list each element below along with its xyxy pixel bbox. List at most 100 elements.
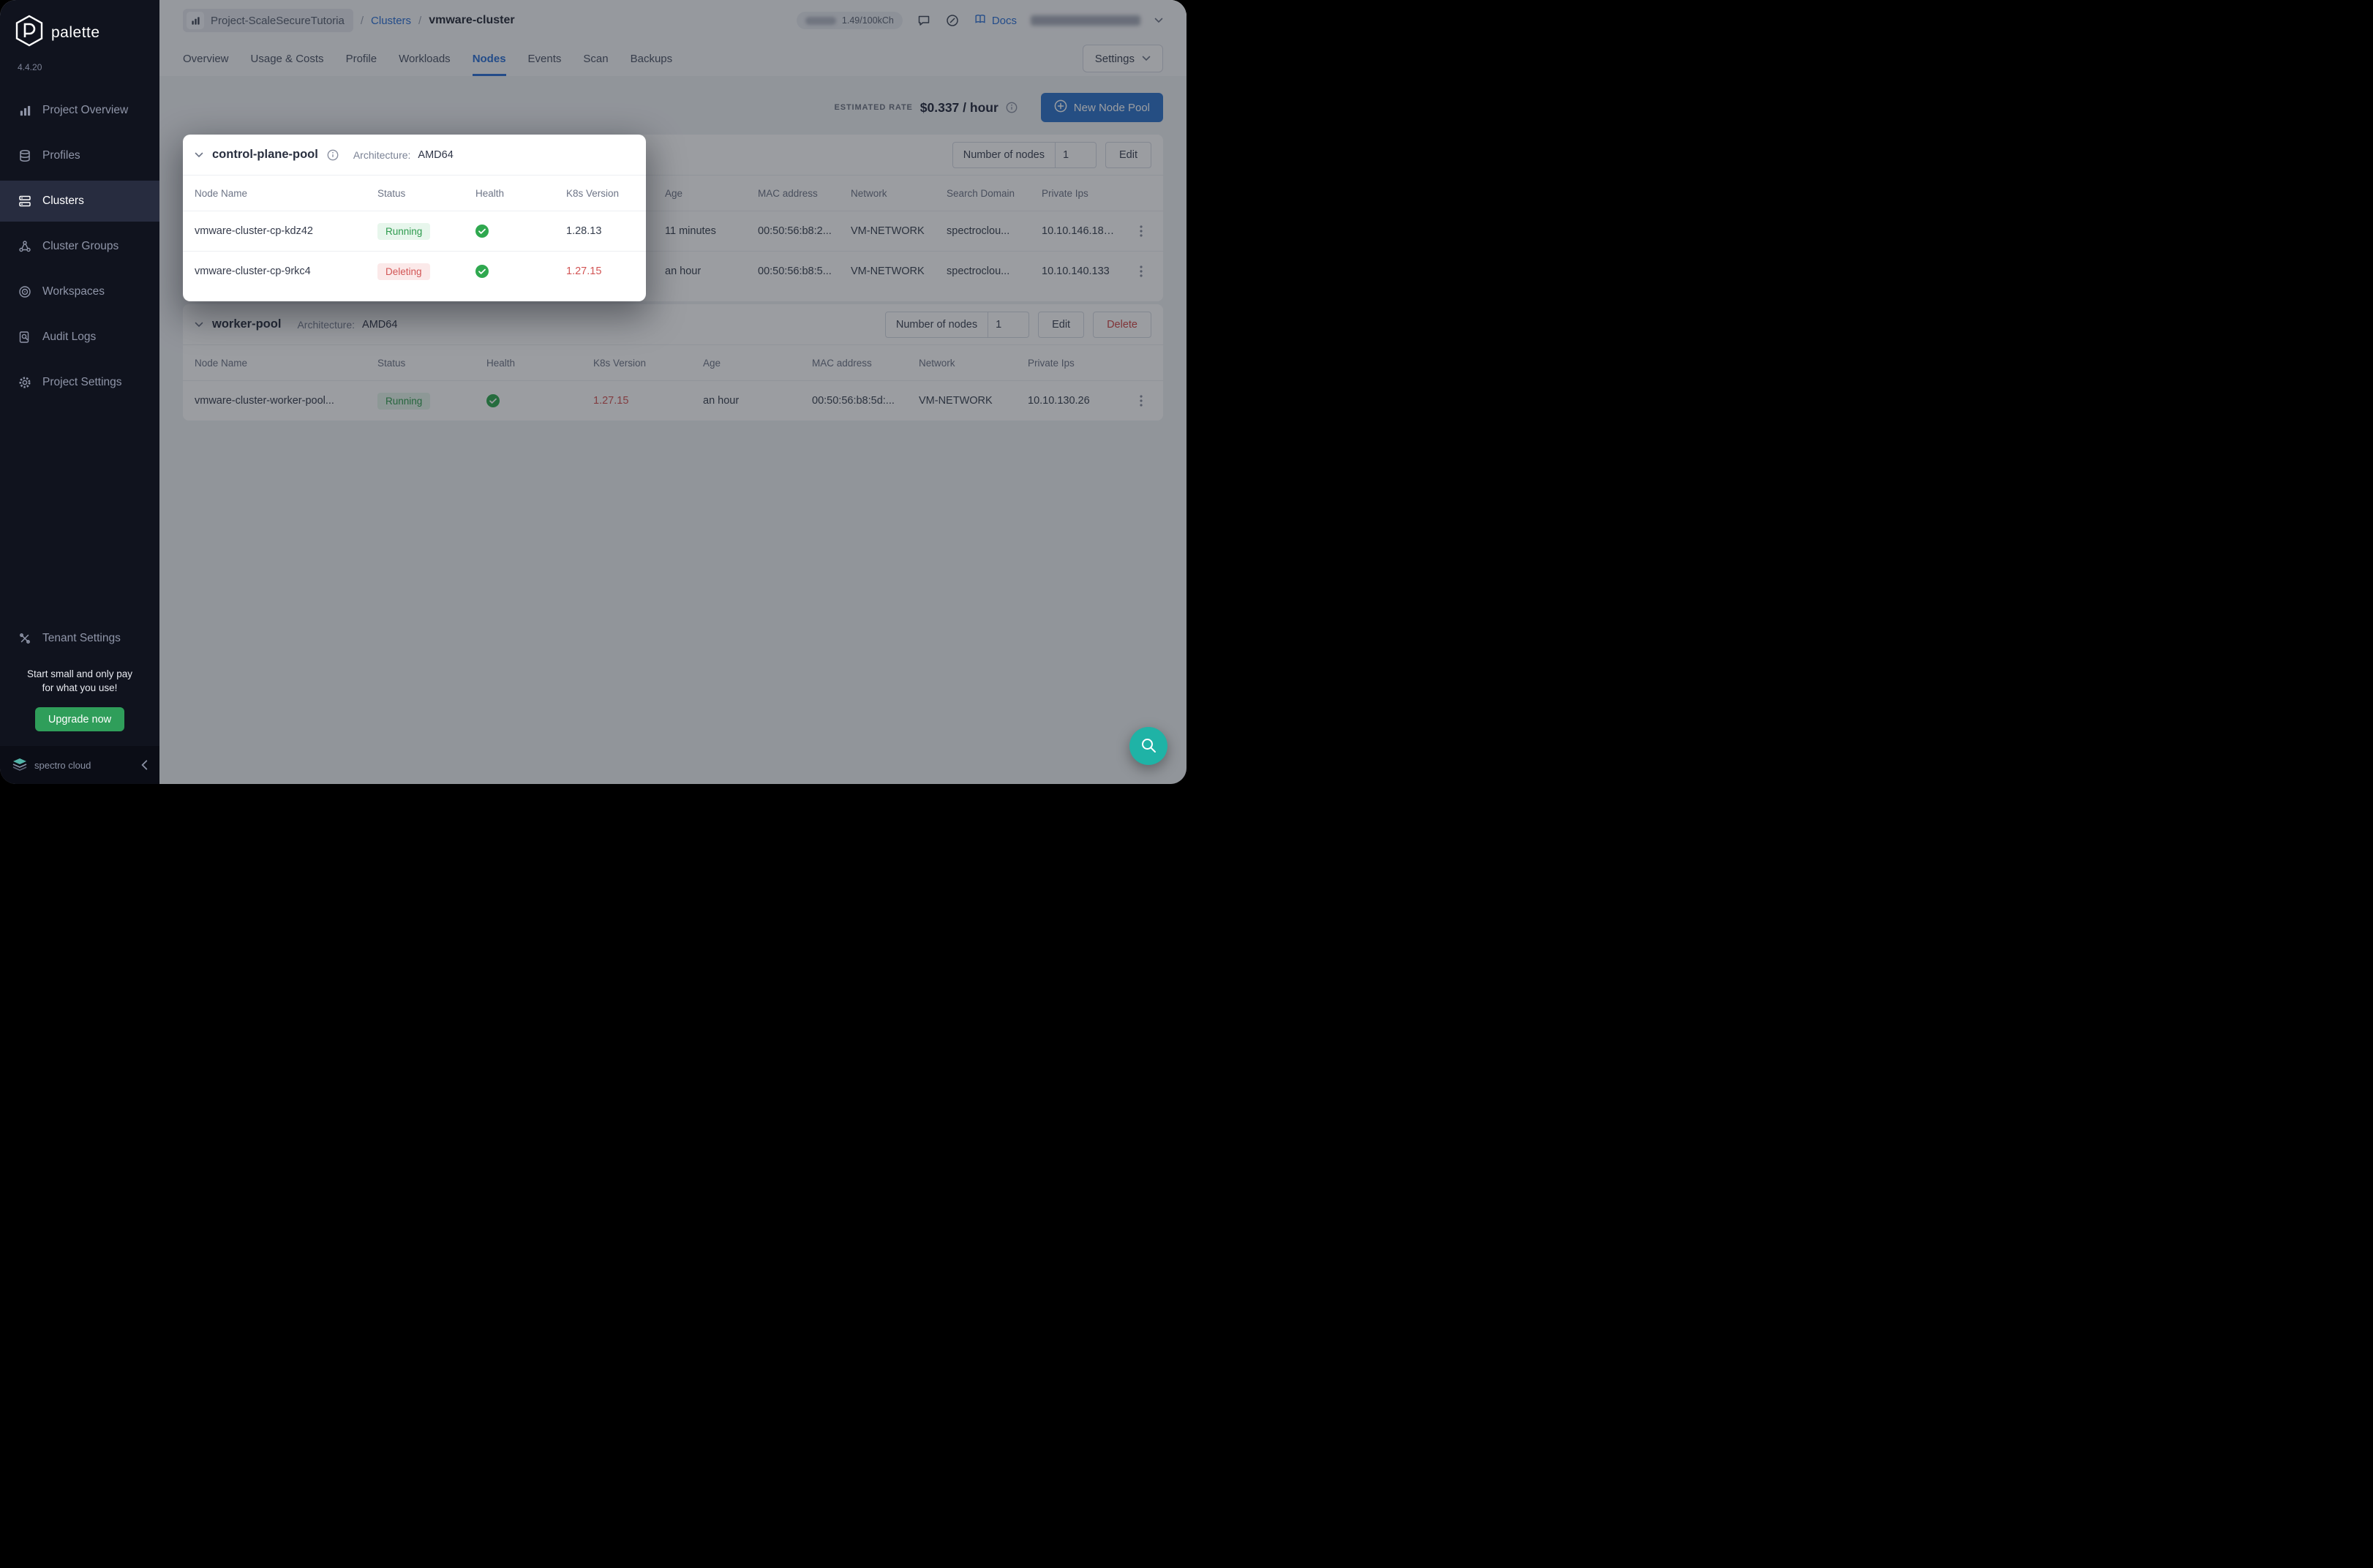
sidebar-item-label: Workspaces (42, 285, 105, 298)
sidebar-nav: Project Overview Profiles Clusters Clust… (0, 90, 159, 407)
column-header: Health (475, 188, 566, 199)
pool-controls: Number of nodes Edit Delete (885, 312, 1151, 338)
chat-icon[interactable] (917, 13, 931, 28)
pool-title: worker-pool (212, 317, 281, 331)
workspaces-icon (18, 285, 32, 298)
edit-pool-button[interactable]: Edit (1105, 142, 1151, 168)
tab-scan[interactable]: Scan (583, 41, 608, 76)
k8s-version: 1.27.15 (566, 265, 665, 277)
collapse-pool-icon[interactable] (195, 152, 203, 158)
column-header: K8s Version (566, 188, 665, 199)
plus-circle-icon (1054, 99, 1067, 116)
k8s-version: 1.28.13 (566, 225, 665, 237)
node-name: vmware-cluster-cp-9rkc4 (195, 265, 377, 277)
tab-backups[interactable]: Backups (631, 41, 673, 76)
worker-pool-section: worker-pool Architecture: AMD64 Number o… (183, 304, 1163, 421)
status-badge: Running (377, 223, 430, 240)
collapse-sidebar-icon[interactable] (141, 760, 148, 770)
breadcrumb-clusters-link[interactable]: Clusters (371, 15, 411, 27)
sidebar-item-tenant-settings[interactable]: Tenant Settings (0, 618, 159, 659)
project-chart-icon (187, 12, 204, 29)
pool-controls: Number of nodes Edit (952, 142, 1151, 168)
sidebar-item-workspaces[interactable]: Workspaces (0, 271, 159, 312)
tab-workloads[interactable]: Workloads (399, 41, 451, 76)
chart-icon (18, 105, 32, 117)
health-ok-icon (475, 225, 566, 238)
sidebar-item-label: Cluster Groups (42, 240, 119, 253)
node-search-domain: spectroclou... (947, 225, 1042, 237)
breadcrumb-separator: / (361, 15, 364, 27)
docs-link[interactable]: Docs (974, 12, 1017, 29)
tab-nodes[interactable]: Nodes (473, 41, 506, 76)
collapse-pool-icon[interactable] (195, 322, 203, 328)
promo-line-2: for what you use! (10, 682, 149, 696)
column-header: Node Name (195, 188, 377, 199)
number-of-nodes-label: Number of nodes (885, 312, 988, 338)
column-header: Private Ips (1042, 188, 1125, 199)
gear-icon (18, 376, 32, 389)
control-plane-pool-header: control-plane-pool Architecture: AMD64 N… (183, 135, 1163, 176)
control-plane-pool-section: control-plane-pool Architecture: AMD64 N… (183, 135, 1163, 301)
new-node-pool-label: New Node Pool (1074, 102, 1150, 114)
sidebar-item-clusters[interactable]: Clusters (0, 181, 159, 222)
column-header: Network (919, 358, 1028, 369)
column-header: Search Domain (947, 188, 1042, 199)
delete-pool-button[interactable]: Delete (1093, 312, 1151, 338)
usage-badge-label: 1.49/100kCh (842, 15, 894, 26)
user-name-redacted (1031, 15, 1140, 26)
sidebar-item-project-settings[interactable]: Project Settings (0, 362, 159, 403)
breadcrumb-separator: / (418, 15, 421, 27)
redacted-usage-segment (805, 17, 836, 25)
architecture-label: Architecture: (297, 319, 355, 331)
content-area: ESTIMATED RATE $0.337 / hour New Node Po… (159, 91, 1186, 421)
column-header: Node Name (195, 358, 377, 369)
number-of-nodes-control: Number of nodes (885, 312, 1029, 338)
cluster-groups-icon (18, 240, 32, 253)
node-mac: 00:50:56:b8:5d:... (812, 395, 919, 407)
column-header: K8s Version (593, 358, 703, 369)
sidebar-item-label: Profiles (42, 149, 80, 162)
pool-info-icon[interactable] (327, 149, 339, 161)
spectro-cloud-logo-icon (12, 758, 28, 773)
settings-button[interactable]: Settings (1083, 45, 1163, 72)
sidebar-bottom: Tenant Settings Start small and only pay… (0, 618, 159, 784)
magnifier-icon (1140, 736, 1157, 756)
nodes-count-input[interactable] (988, 312, 1029, 338)
rate-info-icon[interactable] (1006, 102, 1018, 113)
sidebar-item-project-overview[interactable]: Project Overview (0, 90, 159, 131)
node-age: an hour (703, 395, 812, 407)
health-ok-icon (475, 265, 566, 278)
node-search-domain: spectroclou... (947, 265, 1042, 277)
node-age: an hour (665, 265, 758, 277)
new-node-pool-button[interactable]: New Node Pool (1041, 93, 1163, 122)
breadcrumb-project-label: Project-ScaleSecureTutoria (211, 15, 345, 27)
tab-usage-costs[interactable]: Usage & Costs (251, 41, 324, 76)
row-menu-icon[interactable] (1125, 390, 1157, 412)
tab-profile[interactable]: Profile (346, 41, 377, 76)
row-menu-icon[interactable] (1125, 220, 1157, 242)
upgrade-button[interactable]: Upgrade now (35, 707, 124, 731)
sidebar-item-label: Audit Logs (42, 331, 96, 344)
user-menu-chevron-icon[interactable] (1154, 18, 1163, 23)
row-menu-icon[interactable] (1125, 260, 1157, 282)
breadcrumb-project-chip[interactable]: Project-ScaleSecureTutoria (183, 9, 353, 32)
node-status-cell: Running (377, 223, 475, 240)
table-header-row: Node Name Status Health K8s Version Age … (183, 345, 1163, 380)
node-network: VM-NETWORK (851, 265, 947, 277)
sidebar-item-cluster-groups[interactable]: Cluster Groups (0, 226, 159, 267)
sidebar-item-label: Project Overview (42, 104, 128, 117)
tab-overview[interactable]: Overview (183, 41, 229, 76)
sidebar: palette 4.4.20 Project Overview Profiles… (0, 0, 159, 784)
nodes-count-input[interactable] (1056, 142, 1097, 168)
edit-pool-button[interactable]: Edit (1038, 312, 1084, 338)
compass-icon[interactable] (945, 13, 960, 28)
breadcrumb-current: vmware-cluster (429, 14, 514, 27)
version-label: 4.4.20 (0, 50, 159, 72)
sidebar-item-audit-logs[interactable]: Audit Logs (0, 317, 159, 358)
node-status-cell: Deleting (377, 263, 475, 280)
status-badge: Deleting (377, 263, 430, 280)
help-search-fab-button[interactable] (1129, 727, 1167, 765)
sidebar-item-profiles[interactable]: Profiles (0, 135, 159, 176)
tools-icon (18, 632, 32, 645)
tab-events[interactable]: Events (528, 41, 562, 76)
